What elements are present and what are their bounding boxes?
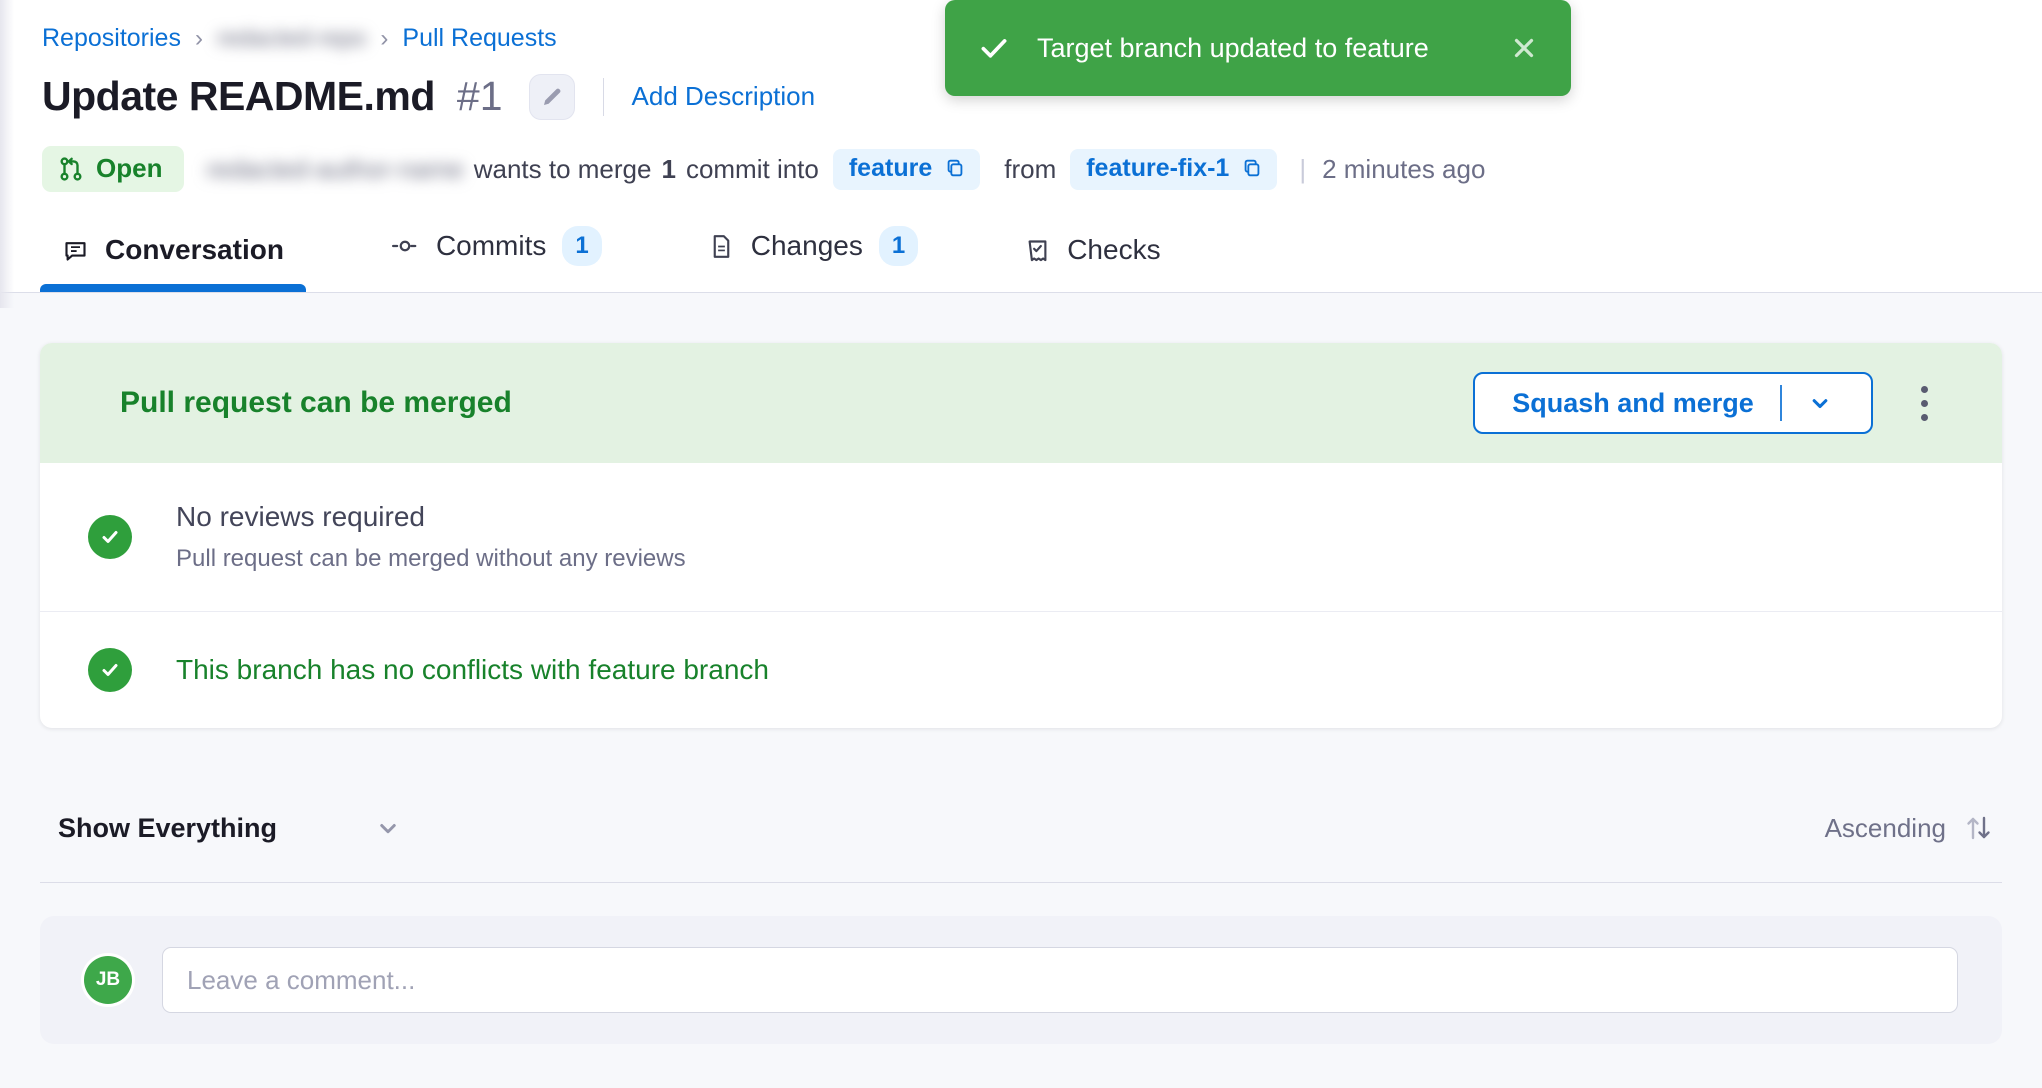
meta-text-from: from (1004, 154, 1056, 185)
check-item-title: This branch has no conflicts with featur… (176, 654, 769, 686)
pr-number: #1 (457, 73, 503, 120)
pull-request-icon (58, 156, 84, 182)
filter-bar: Show Everything Ascending (40, 800, 2002, 856)
meta-text-into: commit into (686, 154, 819, 185)
copy-icon[interactable] (1241, 157, 1263, 179)
sort-label: Ascending (1825, 813, 1946, 844)
edit-title-button[interactable] (529, 74, 575, 120)
comment-input[interactable] (162, 947, 1958, 1013)
squash-and-merge-label: Squash and merge (1512, 388, 1780, 419)
breadcrumb-separator: › (195, 25, 203, 53)
pr-state-label: Open (96, 153, 162, 184)
tab-checks[interactable]: Checks (1008, 234, 1176, 292)
meta-commit-count: 1 (661, 154, 675, 185)
meta-text-merge: wants to merge (474, 154, 652, 185)
tab-label: Checks (1067, 234, 1160, 266)
pr-tabs: Conversation Commits 1 Changes 1 (42, 226, 2002, 292)
breadcrumb-separator: › (380, 25, 388, 53)
branch-chip-target-label: feature (849, 154, 932, 183)
merge-check-row: This branch has no conflicts with featur… (40, 611, 2002, 728)
merge-status-header: Pull request can be merged Squash and me… (40, 343, 2002, 463)
sort-toggle[interactable]: Ascending (1825, 810, 1996, 846)
tab-conversation[interactable]: Conversation (46, 234, 300, 292)
branch-chip-source[interactable]: feature-fix-1 (1070, 149, 1277, 190)
tab-commits[interactable]: Commits 1 (374, 226, 618, 292)
tab-label: Commits (436, 230, 546, 262)
comment-card: JB (40, 916, 2002, 1044)
meta-separator: | (1299, 154, 1306, 185)
pr-updated-time: 2 minutes ago (1322, 154, 1485, 185)
show-filter-dropdown[interactable]: Show Everything (58, 813, 403, 844)
pr-author-redacted: redacted-author-name (206, 154, 463, 185)
check-item-title: No reviews required (176, 501, 686, 533)
branch-chip-source-label: feature-fix-1 (1086, 154, 1229, 183)
check-item-subtitle: Pull request can be merged without any r… (176, 545, 686, 573)
toast-message: Target branch updated to feature (1037, 33, 1509, 64)
kebab-menu-button[interactable] (1911, 376, 1938, 431)
tab-changes-badge: 1 (879, 226, 918, 266)
check-circle-icon (88, 648, 132, 692)
commit-icon (390, 231, 420, 261)
section-divider (40, 882, 2002, 883)
checklist-icon (1024, 237, 1051, 264)
merge-status-heading: Pull request can be merged (120, 386, 512, 420)
main-content: Pull request can be merged Squash and me… (0, 343, 2042, 1044)
squash-and-merge-button[interactable]: Squash and merge (1473, 372, 1873, 434)
tab-commits-badge: 1 (562, 226, 601, 266)
branch-chip-target[interactable]: feature (833, 149, 980, 190)
pr-meta-row: Open redacted-author-name wants to merge… (42, 146, 2002, 192)
toast-close-button[interactable] (1509, 33, 1539, 63)
merge-check-row: No reviews required Pull request can be … (40, 463, 2002, 611)
button-divider (1780, 385, 1782, 421)
tab-label: Conversation (105, 234, 284, 266)
check-circle-icon (88, 515, 132, 559)
page-title: Update README.md (42, 73, 435, 120)
left-edge-shadow (0, 0, 14, 308)
add-description-link[interactable]: Add Description (632, 81, 816, 112)
show-filter-label: Show Everything (58, 813, 277, 844)
breadcrumb-repo-redacted[interactable]: redacted-repo (217, 25, 366, 53)
copy-icon[interactable] (944, 157, 966, 179)
title-divider (603, 78, 604, 116)
avatar: JB (84, 956, 132, 1004)
pencil-icon (540, 85, 564, 109)
merge-status-card: Pull request can be merged Squash and me… (40, 343, 2002, 728)
chat-bubble-icon (62, 237, 89, 264)
tab-label: Changes (751, 230, 863, 262)
toast-notification: Target branch updated to feature (945, 0, 1571, 96)
chevron-down-icon[interactable] (1782, 389, 1834, 417)
toast-check-icon (977, 31, 1011, 65)
close-icon (1509, 33, 1539, 63)
file-icon (708, 233, 735, 260)
chevron-down-icon (373, 813, 403, 843)
pr-state-badge: Open (42, 146, 184, 192)
arrows-up-down-icon (1960, 810, 1996, 846)
breadcrumb-pull-requests-link[interactable]: Pull Requests (402, 24, 556, 53)
breadcrumb-repositories-link[interactable]: Repositories (42, 24, 181, 53)
tab-changes[interactable]: Changes 1 (692, 226, 934, 292)
